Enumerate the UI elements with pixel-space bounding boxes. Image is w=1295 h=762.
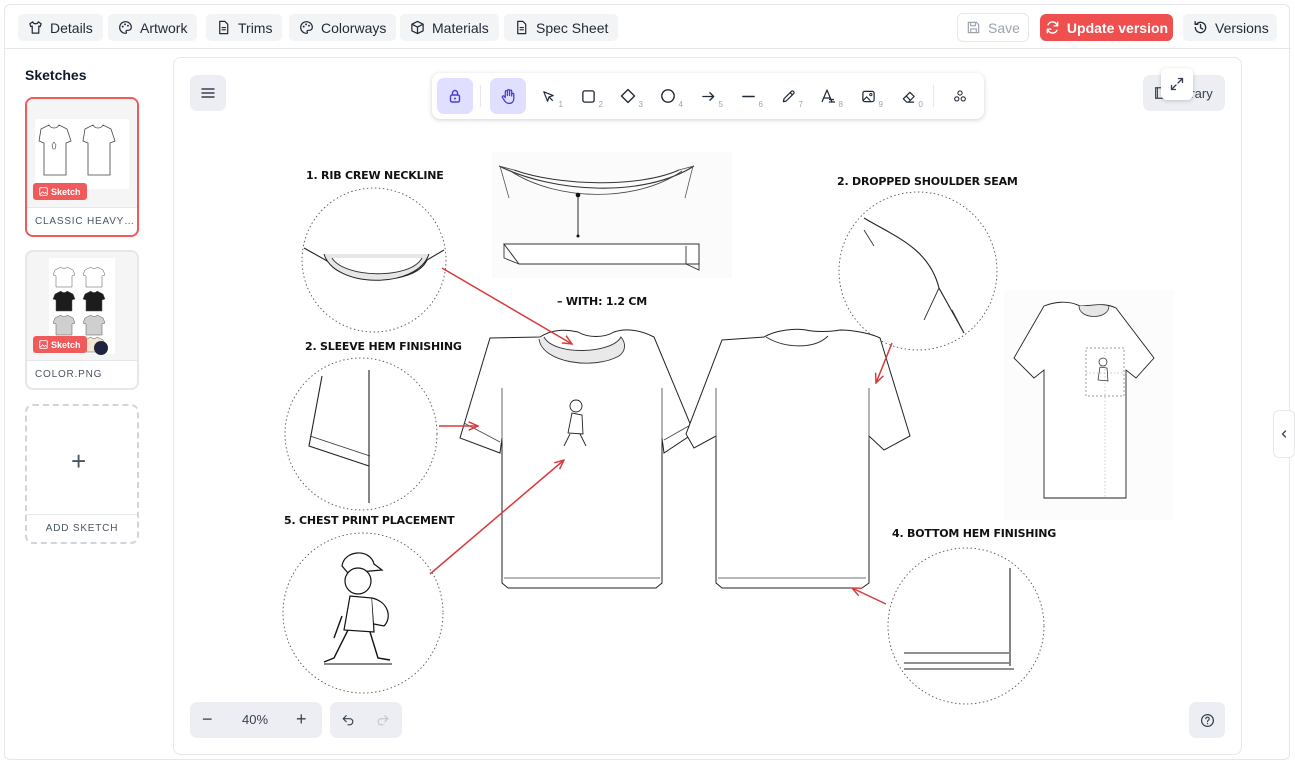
right-panel-toggle[interactable] bbox=[1273, 410, 1295, 458]
sidebar-title: Sketches bbox=[25, 67, 87, 83]
tab-spec-sheet[interactable]: Spec Sheet bbox=[504, 14, 619, 41]
top-nav: Details Artwork Trims Colorways Material… bbox=[5, 5, 1291, 49]
add-sketch-label: ADD SKETCH bbox=[27, 514, 137, 542]
annotation-sleeve: 2. SLEEVE HEM FINISHING bbox=[305, 340, 462, 353]
whiteboard-canvas[interactable]: 1 2 3 4 5 6 7 8 9 0 1. RIB CREW NECKLINE… bbox=[173, 57, 1242, 755]
zoom-controls: − 40% + bbox=[190, 702, 322, 738]
add-sketch-button[interactable]: + ADD SKETCH bbox=[25, 404, 139, 544]
tab-artwork[interactable]: Artwork bbox=[108, 14, 198, 41]
update-version-button[interactable]: Update version bbox=[1040, 14, 1173, 41]
save-icon bbox=[967, 21, 980, 34]
annotation-bottom: 4. BOTTOM HEM FINISHING bbox=[892, 527, 1057, 540]
tab-materials[interactable]: Materials bbox=[400, 14, 499, 41]
help-icon bbox=[1200, 713, 1214, 727]
tab-details[interactable]: Details bbox=[18, 14, 103, 41]
tab-label: Details bbox=[50, 19, 93, 36]
neckline-detail-image bbox=[492, 152, 732, 278]
detail-circle-neckline bbox=[301, 187, 447, 333]
zoom-level[interactable]: 40% bbox=[242, 712, 268, 727]
image-icon bbox=[39, 340, 48, 349]
tab-colorways[interactable]: Colorways bbox=[289, 14, 397, 41]
tab-label: Artwork bbox=[140, 19, 188, 36]
tab-label: Colorways bbox=[321, 19, 387, 36]
history-controls bbox=[330, 702, 402, 738]
box-icon bbox=[411, 20, 424, 35]
zoom-in-button[interactable]: + bbox=[296, 709, 307, 730]
detail-circle-bottom-hem bbox=[887, 547, 1045, 705]
sketch-badge: Sketch bbox=[33, 183, 87, 200]
detail-circle-shoulder bbox=[838, 191, 998, 351]
sketch-badge: Sketch bbox=[33, 336, 87, 353]
undo-icon[interactable] bbox=[341, 713, 355, 727]
refresh-icon bbox=[1046, 21, 1059, 34]
annotation-shoulder: 2. DROPPED SHOULDER SEAM bbox=[837, 175, 1018, 188]
annotation-neckline: 1. RIB CREW NECKLINE bbox=[306, 169, 444, 182]
tab-label: Trims bbox=[238, 19, 273, 36]
sketch-card-classic[interactable]: Sketch CLASSIC HEAVYWEIGHT bbox=[25, 97, 139, 237]
document-icon bbox=[517, 20, 527, 35]
tshirt-front-sketch bbox=[459, 329, 695, 589]
annotation-chest: 5. CHEST PRINT PLACEMENT bbox=[284, 514, 455, 527]
tab-label: Spec Sheet bbox=[536, 19, 609, 36]
tab-label: Materials bbox=[432, 19, 489, 36]
badge-label: Sketch bbox=[51, 186, 81, 197]
detail-circle-chest-print bbox=[282, 532, 444, 694]
sketch-caption: CLASSIC HEAVYWEIGHT bbox=[27, 207, 137, 235]
save-label: Save bbox=[988, 19, 1020, 36]
tech-pack-drawing bbox=[282, 152, 1174, 705]
update-label: Update version bbox=[1066, 19, 1169, 36]
detail-circle-sleeve bbox=[284, 357, 438, 511]
tshirt-placement-sketch bbox=[1004, 290, 1174, 520]
zoom-out-button[interactable]: − bbox=[202, 709, 213, 730]
document-icon bbox=[219, 20, 229, 35]
tshirt-back-sketch bbox=[685, 328, 911, 589]
palette-icon bbox=[300, 21, 313, 34]
save-button[interactable]: Save bbox=[957, 13, 1029, 42]
annotation-width: – WITH: 1.2 CM bbox=[557, 295, 648, 308]
redo-icon[interactable] bbox=[376, 713, 390, 727]
versions-button[interactable]: Versions bbox=[1183, 14, 1277, 41]
app-frame: Details Artwork Trims Colorways Material… bbox=[4, 4, 1295, 760]
versions-label: Versions bbox=[1215, 19, 1269, 36]
history-icon bbox=[1194, 21, 1207, 34]
sketch-card-color[interactable]: Sketch COLOR.PNG bbox=[25, 250, 139, 390]
help-button[interactable] bbox=[1189, 702, 1225, 738]
chevron-left-icon bbox=[1281, 430, 1287, 438]
image-icon bbox=[39, 187, 48, 196]
shirt-icon bbox=[29, 21, 42, 34]
sketch-caption: COLOR.PNG bbox=[27, 360, 137, 388]
plus-icon: + bbox=[71, 446, 87, 476]
badge-label: Sketch bbox=[51, 339, 81, 350]
palette-icon bbox=[119, 21, 132, 34]
tab-trims[interactable]: Trims bbox=[206, 14, 283, 41]
